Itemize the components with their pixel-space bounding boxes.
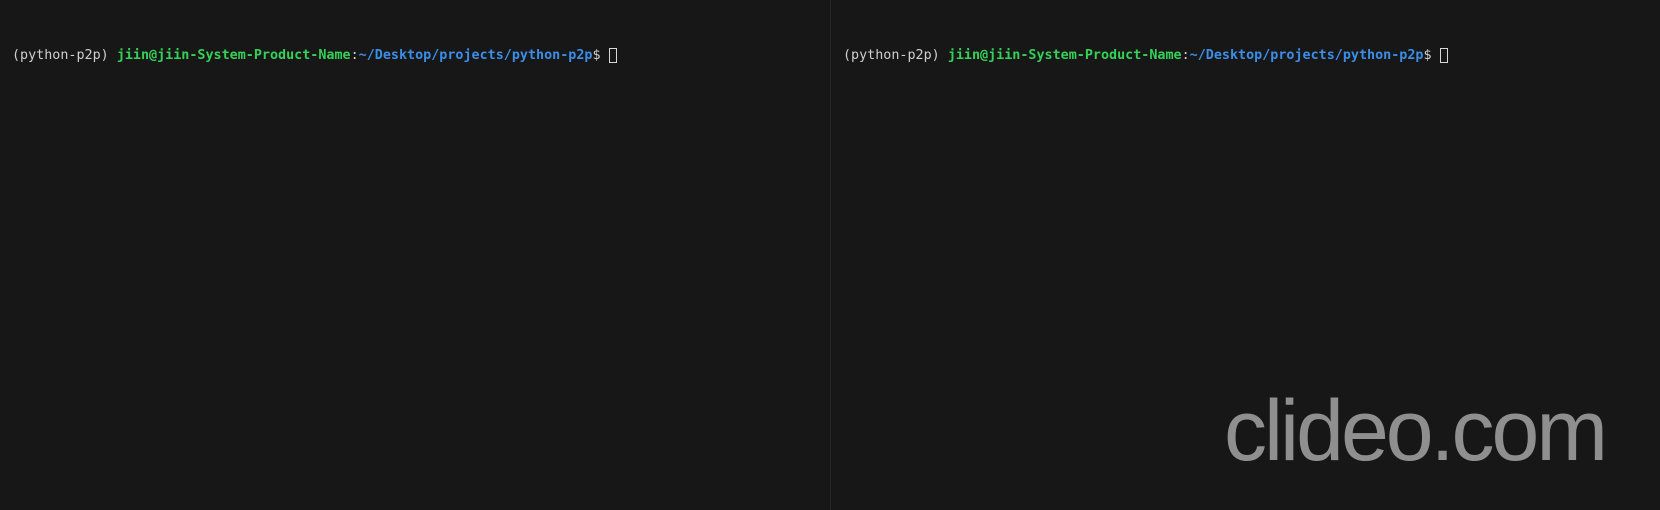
terminal-window: (python-p2p) jiin@jiin-System-Product-Na… — [0, 0, 1660, 510]
prompt-symbol: $ — [1423, 48, 1432, 63]
cursor — [1439, 48, 1448, 63]
user-host: jiin@jiin-System-Product-Name — [947, 48, 1182, 63]
cursor — [608, 48, 617, 63]
prompt-line: (python-p2p) jiin@jiin-System-Product-Na… — [12, 47, 818, 64]
prompt-colon: : — [1181, 48, 1190, 63]
terminal-pane-left[interactable]: (python-p2p) jiin@jiin-System-Product-Na… — [0, 0, 831, 510]
virtualenv-label: (python-p2p) — [843, 48, 940, 63]
prompt-line: (python-p2p) jiin@jiin-System-Product-Na… — [843, 47, 1648, 64]
current-directory: ~/Desktop/projects/python-p2p — [358, 48, 593, 63]
current-directory: ~/Desktop/projects/python-p2p — [1189, 48, 1424, 63]
prompt-colon: : — [350, 48, 359, 63]
virtualenv-label: (python-p2p) — [12, 48, 109, 63]
user-host: jiin@jiin-System-Product-Name — [116, 48, 351, 63]
terminal-pane-right[interactable]: (python-p2p) jiin@jiin-System-Product-Na… — [831, 0, 1660, 510]
prompt-symbol: $ — [592, 48, 601, 63]
